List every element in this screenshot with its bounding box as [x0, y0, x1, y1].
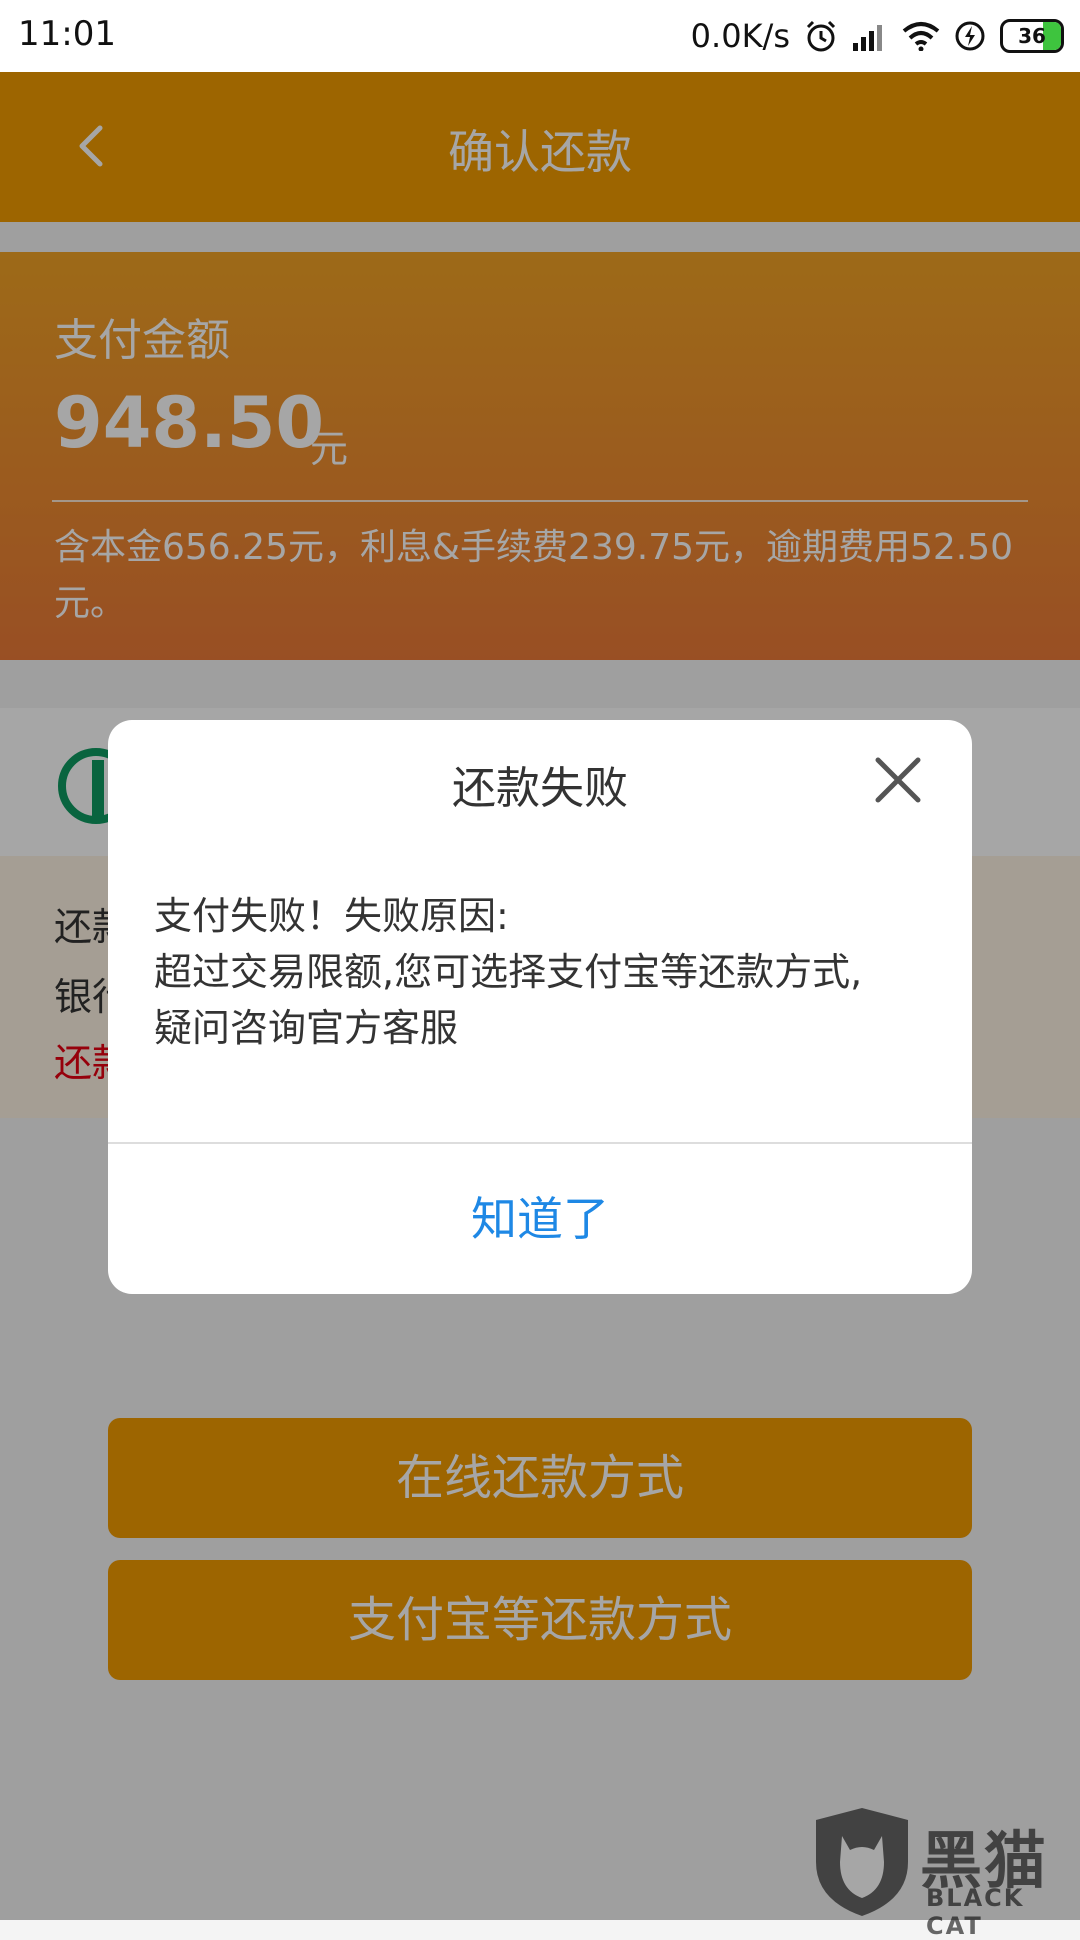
- confirm-button[interactable]: 知道了: [108, 1144, 972, 1294]
- battery-level: 36: [1018, 24, 1046, 48]
- error-dialog: 还款失败 支付失败！失败原因: 超过交易限额,您可选择支付宝等还款方式, 疑问咨…: [108, 720, 972, 1294]
- wifi-icon: [902, 21, 940, 51]
- alarm-icon: [804, 19, 838, 53]
- dialog-title: 还款失败: [452, 763, 628, 814]
- status-time: 11:01: [18, 14, 116, 54]
- status-icons: 0.0K/s 36: [691, 12, 1064, 60]
- status-bar: 11:01 0.0K/s 36: [0, 0, 1080, 72]
- signal-icon: [852, 21, 888, 51]
- dialog-message-line-1: 支付失败！失败原因:: [154, 894, 509, 938]
- close-icon[interactable]: [870, 752, 926, 808]
- dialog-message: 支付失败！失败原因: 超过交易限额,您可选择支付宝等还款方式, 疑问咨询官方客服: [154, 888, 932, 1056]
- charging-icon: [954, 20, 986, 52]
- dialog-message-line-2: 超过交易限额,您可选择支付宝等还款方式,: [154, 950, 863, 994]
- battery-icon: 36: [1000, 19, 1064, 53]
- dialog-message-line-3: 疑问咨询官方客服: [154, 1006, 459, 1050]
- net-speed: 0.0K/s: [690, 17, 790, 55]
